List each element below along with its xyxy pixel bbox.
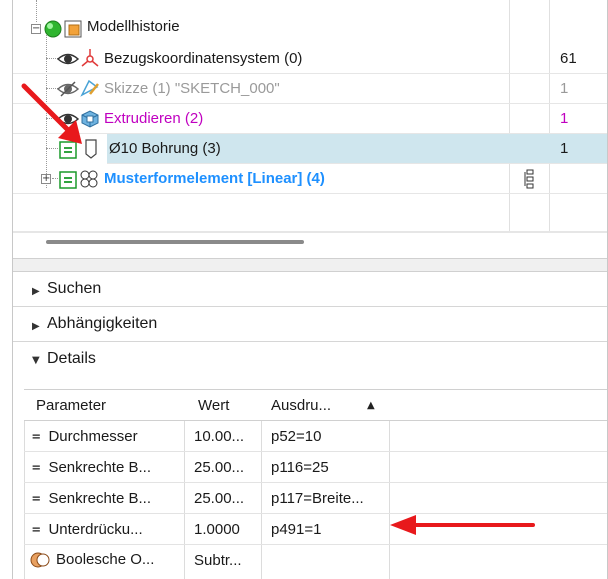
annotation-arrow-icon bbox=[390, 515, 535, 535]
panel-frame bbox=[12, 0, 608, 579]
annotation-arrow-icon bbox=[21, 83, 82, 144]
